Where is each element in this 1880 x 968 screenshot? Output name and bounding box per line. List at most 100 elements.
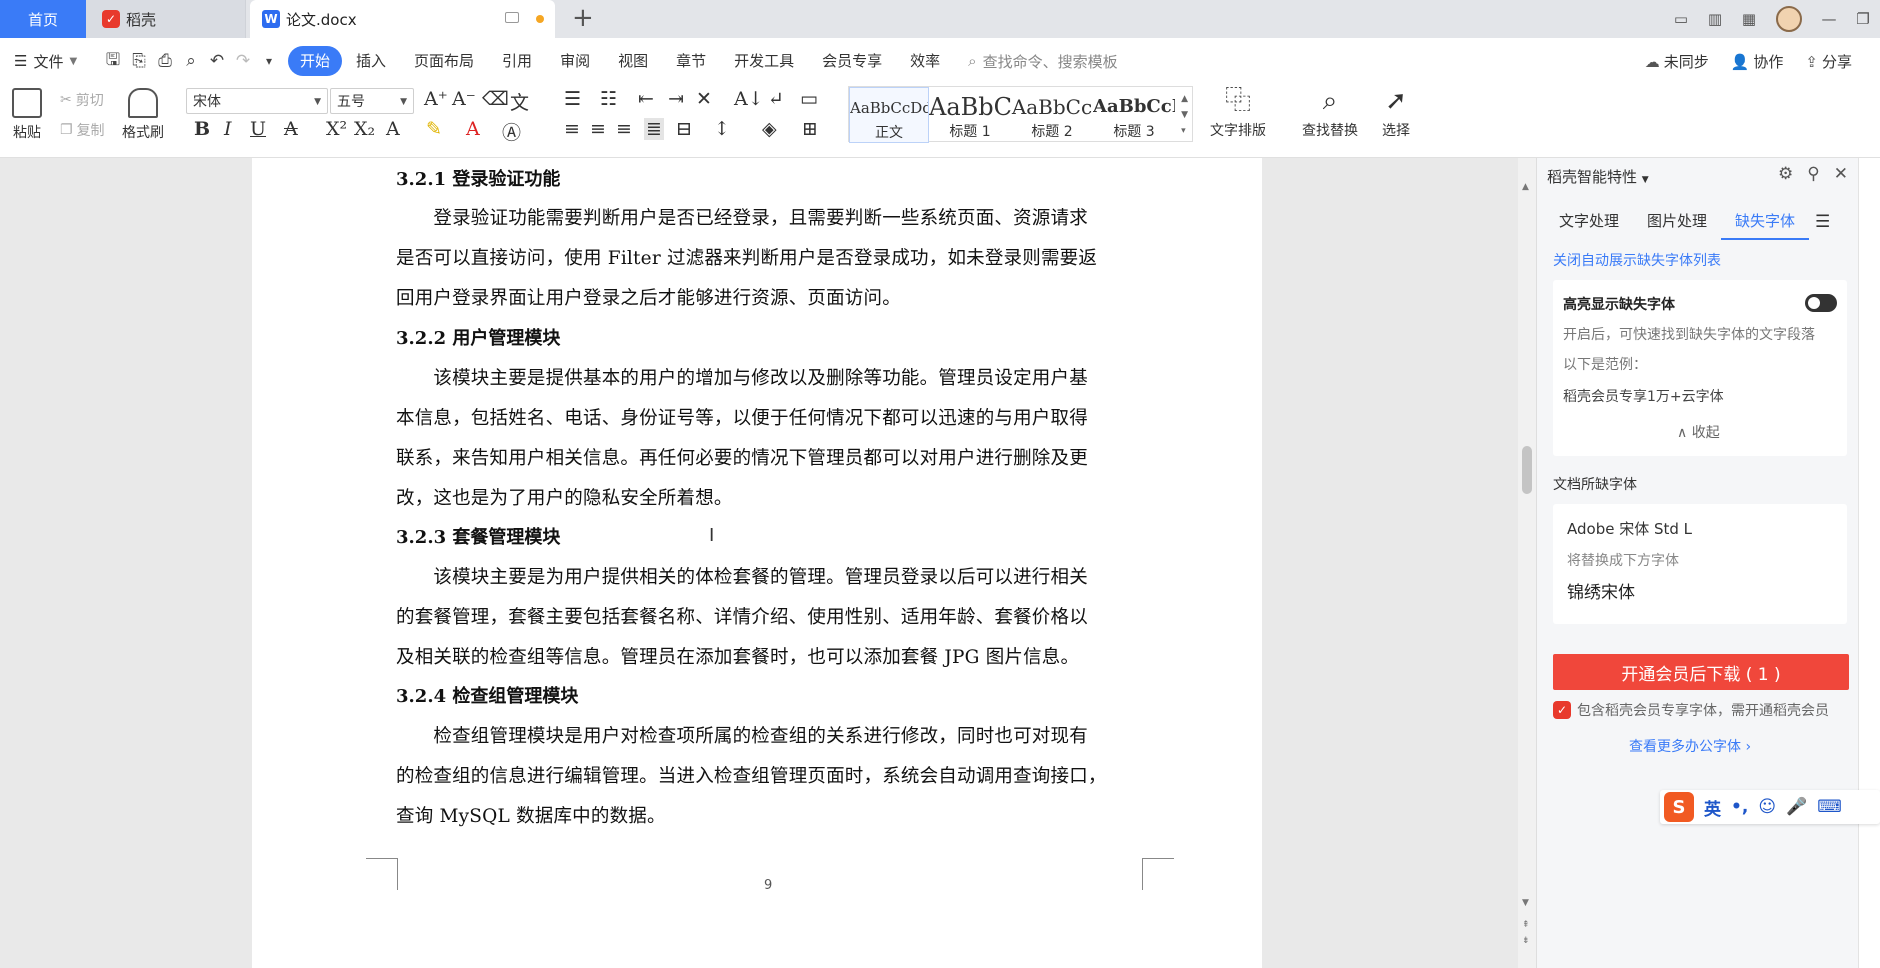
style-heading-3[interactable]: AaBbCcI 标题 3 bbox=[1093, 87, 1175, 143]
member-download-button[interactable]: 开通会员后下载 ( 1 ) bbox=[1553, 654, 1849, 690]
ruler-icon[interactable]: ▭ bbox=[800, 88, 818, 110]
sort-icon[interactable]: A↓ bbox=[734, 88, 764, 110]
menu-references[interactable]: 引用 bbox=[488, 46, 546, 76]
tab-missing-fonts[interactable]: 缺失字体 bbox=[1721, 204, 1810, 240]
menu-developer[interactable]: 开发工具 bbox=[720, 46, 808, 76]
layout-icon[interactable]: ▭ bbox=[1664, 0, 1698, 38]
grid-icon[interactable]: ▦ bbox=[1732, 0, 1766, 38]
show-marks-icon[interactable]: ↵ bbox=[768, 88, 784, 110]
export-icon[interactable]: ⎘ bbox=[128, 50, 150, 72]
font-name-select[interactable]: 宋体 ▼ bbox=[186, 88, 328, 114]
numbering-icon[interactable]: ☷ bbox=[600, 88, 617, 110]
chinese-layout-icon[interactable]: ✕ bbox=[696, 88, 712, 110]
style-heading-2[interactable]: AaBbCc 标题 2 bbox=[1011, 87, 1093, 143]
menu-review[interactable]: 审阅 bbox=[546, 46, 604, 76]
paste-button[interactable]: 粘贴 bbox=[12, 88, 42, 142]
new-tab-button[interactable]: + bbox=[572, 4, 594, 32]
command-search[interactable]: ⌕ 查找命令、搜索模板 bbox=[968, 51, 1117, 72]
tab-home[interactable]: 首页 bbox=[0, 0, 86, 38]
highlight-icon[interactable]: ✎ bbox=[426, 118, 442, 140]
strikethrough-icon[interactable]: A bbox=[284, 118, 298, 140]
grow-font-icon[interactable]: A⁺ bbox=[424, 88, 448, 110]
bold-icon[interactable]: B bbox=[194, 118, 210, 140]
menu-layout[interactable]: 页面布局 bbox=[400, 46, 488, 76]
preview-icon[interactable]: ⌕ bbox=[180, 50, 202, 72]
cut-button[interactable]: ✂ 剪切 bbox=[60, 90, 104, 110]
align-left-icon[interactable]: ≡ bbox=[564, 118, 580, 140]
menu-icon[interactable]: ☰ bbox=[1815, 212, 1830, 232]
menu-member[interactable]: 会员专享 bbox=[808, 46, 896, 76]
tab-text-processing[interactable]: 文字处理 bbox=[1545, 204, 1633, 240]
next-page-icon[interactable]: ⇟ bbox=[1522, 936, 1530, 946]
more-icon[interactable]: ▾ bbox=[258, 50, 280, 72]
indent-icon[interactable]: ⇥ bbox=[668, 88, 684, 110]
superscript-icon[interactable]: X² bbox=[326, 118, 347, 140]
borders-icon[interactable]: ⊞ bbox=[802, 118, 818, 140]
scroll-thumb[interactable] bbox=[1522, 446, 1532, 494]
keyboard-icon[interactable]: ⌨ bbox=[1817, 797, 1842, 817]
text-layout-button[interactable]: ⿻ 文字排版 bbox=[1210, 86, 1266, 140]
restore-icon[interactable]: ❐ bbox=[1846, 0, 1880, 38]
sidebar-icon[interactable]: ▥ bbox=[1698, 0, 1732, 38]
pin-icon[interactable]: ⚲ bbox=[1807, 164, 1819, 184]
menu-insert[interactable]: 插入 bbox=[342, 46, 400, 76]
print-icon[interactable]: ⎙ bbox=[154, 50, 176, 72]
tab-document[interactable]: W 论文.docx bbox=[250, 0, 555, 38]
clear-format-icon[interactable]: ⌫ bbox=[482, 88, 509, 110]
screen-icon[interactable] bbox=[505, 12, 519, 23]
align-center-icon[interactable]: ≡ bbox=[590, 118, 606, 140]
scroll-down-icon[interactable]: ▼ bbox=[1522, 898, 1529, 908]
distribute-icon[interactable]: ⊟ bbox=[676, 118, 692, 140]
line-spacing-icon[interactable]: ↕ bbox=[714, 118, 730, 140]
minimize-icon[interactable]: — bbox=[1812, 0, 1846, 38]
redo-icon[interactable]: ↷ bbox=[232, 50, 254, 72]
underline-icon[interactable]: U bbox=[250, 118, 266, 140]
menu-efficiency[interactable]: 效率 bbox=[896, 46, 954, 76]
missing-font-card[interactable]: Adobe 宋体 Std L 将替换成下方字体 锦绣宋体 bbox=[1553, 504, 1847, 624]
select-button[interactable]: ➚ 选择 bbox=[1382, 86, 1410, 140]
emoji-icon[interactable]: ☺ bbox=[1758, 797, 1776, 817]
justify-icon[interactable]: ≣ bbox=[644, 118, 664, 140]
close-icon[interactable]: ✕ bbox=[1834, 164, 1848, 184]
copy-button[interactable]: ❐ 复制 bbox=[60, 120, 105, 140]
outdent-icon[interactable]: ⇤ bbox=[638, 88, 654, 110]
text-effect-icon[interactable]: A bbox=[386, 118, 400, 140]
style-normal[interactable]: AaBbCcDd 正文 bbox=[849, 87, 929, 143]
menu-view[interactable]: 视图 bbox=[604, 46, 662, 76]
panel-title[interactable]: 稻壳智能特性 ▼ bbox=[1547, 166, 1649, 187]
gear-icon[interactable]: ⚙ bbox=[1778, 164, 1793, 184]
italic-icon[interactable]: I bbox=[224, 118, 232, 140]
format-painter-button[interactable]: 格式刷 bbox=[122, 88, 164, 142]
file-menu[interactable]: ☰ 文件 ▼ bbox=[0, 51, 100, 72]
bullets-icon[interactable]: ☰ bbox=[564, 88, 581, 110]
sync-button[interactable]: ☁ 未同步 bbox=[1645, 51, 1709, 72]
font-color-icon[interactable]: A bbox=[466, 118, 480, 140]
prev-page-icon[interactable]: ⇞ bbox=[1522, 920, 1530, 930]
ime-language[interactable]: 英 bbox=[1704, 795, 1721, 820]
font-size-select[interactable]: 五号 ▼ bbox=[330, 88, 414, 114]
avatar[interactable] bbox=[1776, 6, 1802, 32]
styles-scroll-icon[interactable]: ▲ ▼ ▾ bbox=[1181, 91, 1188, 139]
punctuation-icon[interactable]: •, bbox=[1731, 797, 1748, 817]
more-fonts-link[interactable]: 查看更多办公字体 › bbox=[1629, 736, 1751, 756]
shrink-font-icon[interactable]: A⁻ bbox=[452, 88, 476, 110]
find-replace-button[interactable]: ⌕ 查找替换 bbox=[1302, 86, 1358, 140]
scroll-up-icon[interactable]: ▲ bbox=[1522, 182, 1529, 192]
collapse-button[interactable]: ∧ 收起 bbox=[1677, 422, 1720, 442]
highlight-toggle[interactable] bbox=[1805, 294, 1837, 312]
close-auto-show-link[interactable]: 关闭自动展示缺失字体列表 bbox=[1553, 250, 1721, 270]
tab-image-processing[interactable]: 图片处理 bbox=[1633, 204, 1721, 240]
tab-daoke[interactable]: ✓ 稻壳 bbox=[86, 0, 246, 38]
ime-toolbar[interactable]: S 英 •, ☺ 🎤 ⌨ bbox=[1660, 790, 1880, 824]
save-icon[interactable]: 🖫 bbox=[102, 50, 124, 72]
undo-icon[interactable]: ↶ bbox=[206, 50, 228, 72]
share-button[interactable]: ⇪ 分享 bbox=[1805, 51, 1852, 72]
vertical-scrollbar[interactable]: ▲ ▼ ⇞ ⇟ bbox=[1518, 158, 1536, 968]
menu-section[interactable]: 章节 bbox=[662, 46, 720, 76]
microphone-icon[interactable]: 🎤 bbox=[1786, 797, 1807, 817]
style-heading-1[interactable]: AaBbC 标题 1 bbox=[929, 87, 1011, 143]
phonetic-icon[interactable]: 文 bbox=[510, 88, 529, 115]
shading-icon[interactable]: ◈ bbox=[762, 118, 777, 140]
align-right-icon[interactable]: ≡ bbox=[616, 118, 632, 140]
subscript-icon[interactable]: X₂ bbox=[354, 118, 375, 140]
